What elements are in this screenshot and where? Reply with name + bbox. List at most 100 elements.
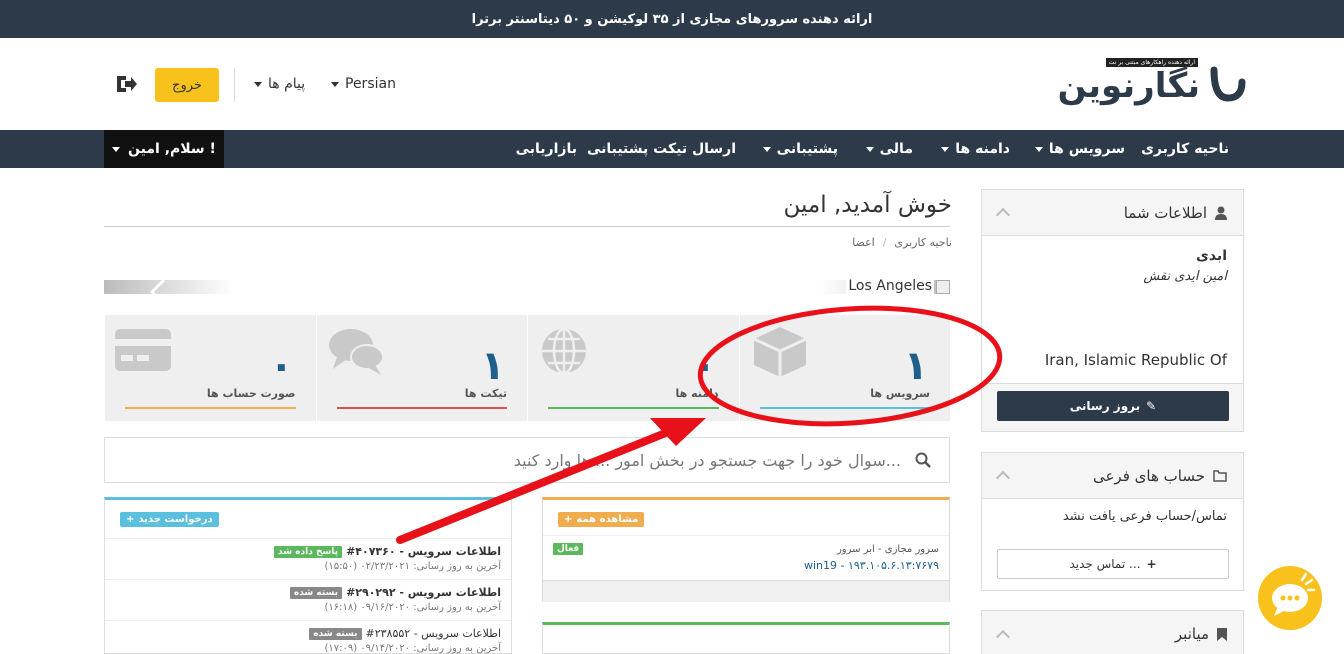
update-button[interactable]: بروز رسانی ✎ — [997, 391, 1229, 421]
ticket-title: #۲۹۰۲۹۲ - اطلاعات سرویس — [346, 586, 501, 599]
new-request-button[interactable]: + درخواست جدید — [120, 512, 219, 527]
stat-tile-tickets[interactable]: ۱ تیکت ها — [315, 315, 528, 421]
stat-label: دامنه ها — [675, 387, 719, 400]
stat-number: ۰ — [269, 343, 294, 389]
ticket-row[interactable]: پاسخ داده شد #۴۰۷۳۶۰ - اطلاعات سرویس آخری… — [105, 538, 511, 578]
service-hostname[interactable]: win19 - ۱۹۳.۱۰۵.۶.۱۳:۷۶۷۹ — [804, 559, 939, 572]
shortcuts-panel: میانبر — [981, 610, 1244, 654]
stat-label: تیکت ها — [464, 387, 507, 400]
language-dropdown[interactable]: Persian — [331, 76, 396, 92]
nav-item-label: دامنه ها — [955, 141, 1010, 157]
stat-underline — [759, 407, 930, 409]
panel-header[interactable]: حساب های فرعی — [982, 453, 1243, 499]
subaccounts-panel: حساب های فرعی تماس/حساب فرعی یافت نشد تم… — [981, 452, 1244, 591]
page-title: خوش آمدید, امین — [783, 192, 952, 218]
search-icon — [915, 452, 931, 468]
kb-search-input[interactable]: سوال خود را جهت جستجو در بخش امور ... ها… — [104, 437, 950, 483]
user-icon — [1215, 206, 1227, 220]
messages-dropdown[interactable]: پیام ها — [254, 76, 305, 92]
folder-icon — [1213, 469, 1227, 482]
chevron-down-icon — [762, 146, 771, 152]
chevron-down-icon — [331, 81, 339, 87]
nav-item-label: سرویس ها — [1048, 141, 1125, 157]
chevron-down-icon — [941, 146, 950, 152]
search-placeholder: سوال خود را جهت جستجو در بخش امور ... ها… — [513, 450, 901, 470]
comments-icon — [328, 329, 384, 375]
ticket-updated: آخرین به روز رسانی: ۰۹/۱۴/۲۰۲۰ (۱۷:۰۹) — [324, 643, 501, 654]
new-request-label: درخواست جدید — [138, 514, 213, 525]
nav-item-affiliates[interactable]: بازاریابی — [516, 130, 577, 168]
stat-tile-domains[interactable]: ۰ دامنه ها — [527, 315, 739, 421]
stat-tile-invoices[interactable]: ۰ صورت حساب ها — [104, 315, 316, 421]
chevron-up-icon[interactable] — [995, 207, 1011, 223]
bookmark-icon — [1217, 627, 1227, 641]
nav-item-domains[interactable]: دامنه ها — [941, 130, 1010, 168]
stat-underline — [336, 407, 507, 409]
chevron-up-icon[interactable] — [995, 629, 1011, 644]
chat-icon — [1272, 572, 1316, 616]
logo[interactable]: ارائه دهنده راهکارهای مبتنی بر نت نگارنو… — [1058, 56, 1246, 108]
breadcrumb-item: ناحیه کاربری — [894, 236, 952, 249]
ticket-row[interactable]: بسته شده #۲۹۰۲۹۲ - اطلاعات سرویس آخرین به… — [105, 579, 511, 619]
ticket-updated: آخرین به روز رسانی: ۰۹/۱۶/۲۰۲۰ (۱۶:۱۸) — [324, 602, 501, 613]
panel-title: میانبر — [1174, 625, 1209, 643]
stat-label: صورت حساب ها — [206, 387, 296, 400]
breadcrumb-separator: / — [882, 236, 887, 249]
breadcrumb: اعضا / ناحیه کاربری — [852, 236, 952, 249]
stat-tile-services[interactable]: ۱ سرویس ها — [738, 315, 951, 421]
chat-widget-button[interactable] — [1258, 566, 1322, 630]
new-contact-button[interactable]: تماس جدید ... + — [997, 549, 1229, 579]
announcement-bar: ارائه دهنده سرورهای مجازی از ۳۵ لوکیشن و… — [0, 0, 1344, 38]
image-slider[interactable]: Los Angeles — [104, 278, 950, 308]
status-badge: پاسخ داده شد — [274, 545, 343, 558]
user-menu[interactable]: سلام, امین ! — [104, 130, 224, 168]
chevron-up-icon[interactable] — [995, 470, 1011, 486]
service-name[interactable]: سرور مجازی - ابر سرور — [837, 544, 939, 555]
ticket-updated: آخرین به روز رسانی: ۰۲/۲۳/۲۰۲۱ (۱۵:۵۰) — [324, 561, 501, 572]
user-country: Iran, Islamic Republic Of — [1044, 351, 1227, 369]
logo-name: نگارنوین — [1057, 66, 1201, 106]
sign-out-icon[interactable] — [114, 72, 138, 96]
status-badge: بسته شده — [289, 586, 343, 599]
logout-button[interactable]: خروج — [155, 68, 219, 102]
nav-item-label: ارسال تیکت پشتیبانی — [586, 141, 736, 157]
stat-number: ۰ — [692, 343, 717, 389]
status-badge: بسته شده — [309, 627, 362, 640]
panel-header[interactable]: میانبر — [982, 611, 1243, 654]
user-name: امین ایدی نقش — [1143, 269, 1227, 284]
panel-title: حساب های فرعی — [1092, 466, 1205, 485]
plus-icon: + — [564, 514, 573, 525]
language-label: Persian — [345, 76, 396, 92]
panel-title: اطلاعات شما — [1123, 203, 1207, 222]
nav-item-client-area[interactable]: ناحیه کاربری — [1141, 130, 1229, 168]
nav-item-support[interactable]: پشتیبانی — [762, 130, 838, 168]
nav-item-open-ticket[interactable]: ارسال تیکت پشتیبانی — [587, 130, 736, 168]
new-contact-label: تماس جدید ... — [1069, 557, 1141, 571]
nav-item-billing[interactable]: مالی — [865, 130, 913, 168]
credit-card-icon — [115, 329, 171, 371]
view-all-button[interactable]: + مشاهده همه — [558, 512, 645, 527]
ticket-title: #۲۳۸۵۵۲ - اطلاعات سرویس — [365, 627, 501, 640]
logo-mark-icon — [1210, 66, 1246, 102]
ticket-row[interactable]: بسته شده #۲۳۸۵۵۲ - اطلاعات سرویس آخرین به… — [105, 620, 511, 654]
nav-item-label: بازاریابی — [515, 141, 577, 157]
stat-number: ۱ — [903, 343, 928, 389]
plus-icon: + — [1146, 557, 1157, 571]
nav-item-services[interactable]: سرویس ها — [1034, 130, 1125, 168]
chevron-down-icon — [254, 81, 262, 87]
slider-prev-icon[interactable] — [148, 278, 168, 306]
nav-item-label: ناحیه کاربری — [1141, 141, 1229, 157]
slider-prev-area[interactable] — [104, 280, 234, 294]
nav-item-label: پشتیبانی — [776, 141, 838, 157]
chevron-down-icon — [112, 146, 121, 152]
chevron-down-icon — [865, 146, 874, 152]
recent-tickets-panel: + درخواست جدید پاسخ داده شد #۴۰۷۳۶۰ - اطل… — [104, 497, 512, 654]
stat-underline — [125, 407, 296, 409]
messages-label: پیام ها — [268, 76, 306, 92]
update-button-label: بروز رسانی — [1069, 399, 1141, 413]
stat-underline — [548, 407, 719, 409]
panel-header[interactable]: اطلاعات شما — [982, 190, 1243, 236]
breadcrumb-item[interactable]: اعضا — [852, 236, 875, 249]
user-label: ابدی — [1196, 248, 1227, 264]
user-greeting: سلام, امین ! — [128, 141, 216, 157]
